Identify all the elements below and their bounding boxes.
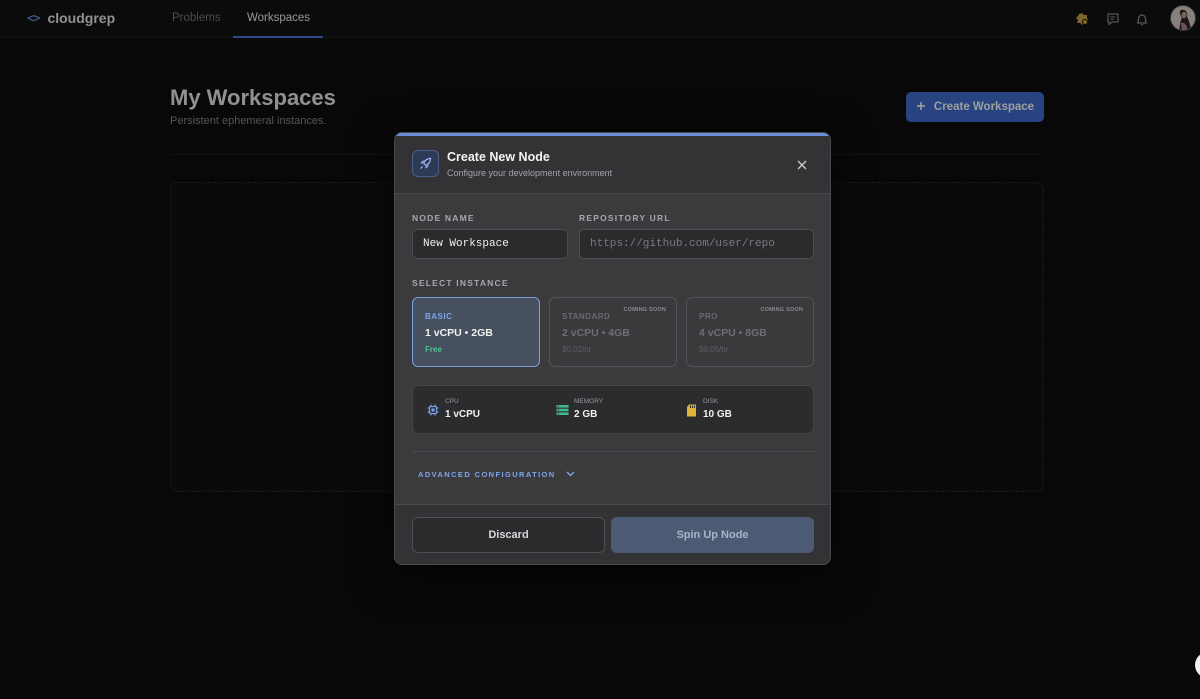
instance-card-standard: COMING SOON STANDARD 2 vCPU • 4GB $0.02/… <box>549 297 677 367</box>
instance-price: $0.05/hr <box>699 345 729 354</box>
coming-soon-badge: COMING SOON <box>623 307 666 313</box>
modal-footer: Discard Spin Up Node <box>395 504 830 564</box>
instance-tier: STANDARD <box>562 312 611 321</box>
chevron-down-icon <box>566 470 575 479</box>
cpu-icon <box>426 403 440 417</box>
node-name-input[interactable]: New Workspace <box>412 229 568 259</box>
repo-url-input[interactable]: https://github.com/user/repo <box>579 229 814 259</box>
coming-soon-badge: COMING SOON <box>760 307 803 313</box>
instance-spec: 1 vCPU • 2GB <box>425 327 493 339</box>
discard-button[interactable]: Discard <box>412 517 605 553</box>
instance-price: $0.02/hr <box>562 345 592 354</box>
close-icon[interactable] <box>795 158 809 172</box>
instance-spec: 4 vCPU • 8GB <box>699 327 767 339</box>
spec-value: 2 GB <box>574 409 598 420</box>
repo-url-label: REPOSITORY URL <box>579 213 671 223</box>
select-instance-label: SELECT INSTANCE <box>412 278 509 288</box>
instance-spec: 2 vCPU • 4GB <box>562 327 630 339</box>
spec-summary: CPU 1 vCPU MEMORY 2 GB DISK 10 GB <box>412 385 814 434</box>
spec-label: DISK <box>703 398 719 405</box>
instance-card-basic[interactable]: BASIC 1 vCPU • 2GB Free <box>412 297 540 367</box>
modal-title: Create New Node <box>447 150 550 164</box>
disk-icon <box>684 403 698 417</box>
spec-label: CPU <box>445 398 459 405</box>
modal-header: Create New Node Configure your developme… <box>395 136 830 194</box>
instance-price: Free <box>425 345 442 354</box>
modal-subtitle: Configure your development environment <box>447 168 613 178</box>
instance-card-pro: COMING SOON PRO 4 vCPU • 8GB $0.05/hr <box>686 297 814 367</box>
spin-up-node-button[interactable]: Spin Up Node <box>611 517 814 553</box>
instance-tier: PRO <box>699 312 718 321</box>
create-node-modal: Create New Node Configure your developme… <box>394 132 831 565</box>
memory-icon <box>555 403 569 417</box>
section-divider <box>412 451 814 452</box>
spec-value: 10 GB <box>703 409 732 420</box>
rocket-icon <box>412 150 439 177</box>
spec-value: 1 vCPU <box>445 409 481 420</box>
instance-tier: BASIC <box>425 312 453 321</box>
node-name-label: NODE NAME <box>412 213 475 223</box>
spec-label: MEMORY <box>574 398 604 405</box>
advanced-configuration-toggle[interactable]: ADVANCED CONFIGURATION <box>418 470 575 479</box>
advanced-configuration-label: ADVANCED CONFIGURATION <box>418 470 556 479</box>
